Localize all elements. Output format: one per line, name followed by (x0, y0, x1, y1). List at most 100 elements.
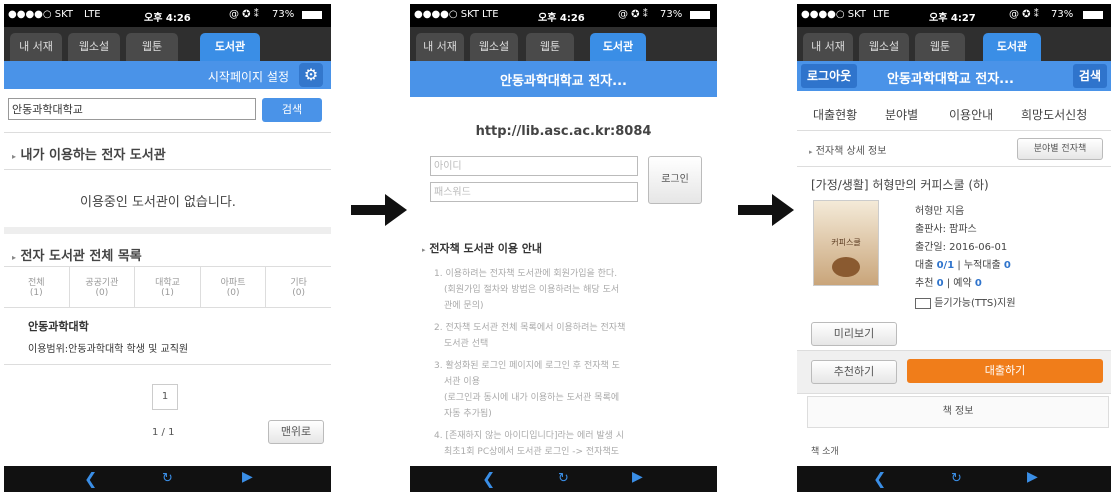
bottom-toolbar: ❮ ↻ ▶ (410, 466, 717, 492)
network: LTE (482, 9, 499, 20)
search-input[interactable]: 안동과학대학교 (8, 98, 256, 120)
forward-icon[interactable]: ▶ (1027, 469, 1038, 485)
gear-icon[interactable]: ⚙ (299, 63, 323, 87)
guide-heading: ▸ 전자책 도서관 이용 안내 (422, 242, 543, 255)
status-icons: @ ✪ ⁑ (1009, 9, 1039, 20)
tab-web-novel[interactable]: 웹소설 (859, 33, 909, 61)
category-university[interactable]: 대학교 (1) (135, 267, 201, 307)
guide-line: (회원가입 절차와 방법은 이용하려는 해당 도서 (444, 285, 620, 295)
my-library-heading: ▸ 내가 이용하는 전자 도서관 (12, 148, 166, 163)
nav-request-book[interactable]: 희망도서신청 (1021, 106, 1087, 123)
back-icon[interactable]: ❮ (873, 469, 886, 488)
tab-library[interactable]: 도서관 (983, 33, 1041, 61)
battery-icon (302, 11, 322, 19)
tab-web-novel[interactable]: 웹소설 (470, 33, 518, 61)
tab-book-info[interactable]: 책 정보 (807, 396, 1109, 428)
all-library-heading: ▸ 전자 도서관 전체 목록 (12, 249, 142, 264)
nav-usage-guide[interactable]: 이용안내 (949, 106, 993, 123)
book-published-date: 출간일: 2016-06-01 (915, 242, 1008, 253)
id-field[interactable]: 아이디 (430, 156, 638, 176)
loan-status: 대출 0/1 | 누적대출 0 (915, 260, 1011, 271)
tts-support: 듣기가능(TTS)지원 (915, 294, 1016, 309)
screen-login: ●●●●○ SKT LTE 오후 4:26 @ ✪ ⁑ 73% 내 서재 웹소설… (410, 4, 717, 492)
book-title: [가정/생활] 허형만의 커피스쿨 (하) (811, 178, 989, 192)
status-bar: ●●●●○ SKT LTE 오후 4:26 @ ✪ ⁑ 73% (410, 4, 717, 27)
screen-library-list: ●●●●○ SKT LTE 오후 4:26 @ ✪ ⁑ 73% 내 서재 웹소설… (4, 4, 331, 492)
borrow-button[interactable]: 대출하기 (907, 359, 1103, 383)
category-public[interactable]: 공공기관 (0) (70, 267, 136, 307)
clock: 오후 4:26 (144, 13, 191, 24)
status-bar: ●●●●○ SKT LTE 오후 4:26 @ ✪ ⁑ 73% (4, 4, 331, 27)
status-icons: @ ✪ ⁑ (618, 9, 648, 20)
tab-my-library[interactable]: 내 서재 (416, 33, 464, 61)
library-scope: 이용범위:안동과학대학 학생 및 교직원 (28, 344, 189, 355)
guide-line: 4. [존재하지 않는 아이디입니다]라는 에러 발생 시 (434, 431, 625, 441)
tab-web-novel[interactable]: 웹소설 (68, 33, 120, 61)
back-icon[interactable]: ❮ (482, 469, 495, 488)
refresh-icon[interactable]: ↻ (558, 471, 569, 486)
tab-bar: 내 서재 웹소설 웹툰 도서관 (797, 27, 1111, 61)
nav-by-category[interactable]: 분야별 (885, 106, 918, 123)
screen-ebook-detail: ●●●●○ SKT LTE 오후 4:27 @ ✪ ⁑ 73% 내 서재 웹소설… (797, 4, 1111, 492)
refresh-icon[interactable]: ↻ (162, 471, 173, 486)
back-icon[interactable]: ❮ (84, 469, 97, 488)
refresh-icon[interactable]: ↻ (951, 471, 962, 486)
category-ebook-button[interactable]: 분야별 전자책 (1017, 138, 1103, 160)
page-indicator: 1 / 1 (152, 427, 175, 438)
nav-loan-status[interactable]: 대출현황 (813, 106, 857, 123)
tab-webtoon[interactable]: 웹툰 (126, 33, 178, 61)
book-cover[interactable]: 커피스쿨 (813, 200, 879, 286)
arrow-right-icon (351, 194, 407, 226)
tab-library[interactable]: 도서관 (200, 33, 260, 61)
forward-icon[interactable]: ▶ (242, 469, 253, 485)
tab-library[interactable]: 도서관 (590, 33, 646, 61)
tab-webtoon[interactable]: 웹툰 (915, 33, 965, 61)
preview-button[interactable]: 미리보기 (811, 322, 897, 346)
forward-icon[interactable]: ▶ (632, 469, 643, 485)
tab-webtoon[interactable]: 웹툰 (526, 33, 574, 61)
book-cover-title: 커피스쿨 (831, 238, 861, 247)
page-title: 안동과학대학교 전자... (887, 72, 1014, 87)
recommend-button[interactable]: 추천하기 (811, 360, 897, 384)
guide-line: 서관 이용 (444, 377, 480, 387)
battery-level: 73% (1051, 9, 1074, 20)
guide-line: 도서관 선택 (444, 339, 489, 349)
start-page-setting-label[interactable]: 시작페이지 설정 (208, 68, 289, 85)
category-all[interactable]: 전체 (1) (4, 267, 70, 307)
battery-icon (1083, 11, 1103, 19)
book-author: 허형만 지음 (915, 206, 965, 217)
tab-bar: 내 서재 웹소설 웹툰 도서관 (4, 27, 331, 61)
password-field[interactable]: 패스워드 (430, 182, 638, 202)
recommend-status: 추천 0 | 예약 0 (915, 278, 982, 289)
guide-line: 관에 문의) (444, 301, 484, 311)
action-bar: 추천하기 대출하기 (797, 350, 1111, 394)
tab-bar: 내 서재 웹소설 웹툰 도서관 (410, 27, 717, 61)
login-button[interactable]: 로그인 (648, 156, 702, 204)
title-bar: 안동과학대학교 전자... (410, 61, 717, 97)
title-bar: 로그아웃 안동과학대학교 전자... 검색 (797, 61, 1111, 91)
network: LTE (84, 9, 101, 20)
network: LTE (873, 9, 890, 20)
category-apartment[interactable]: 아파트 (0) (201, 267, 267, 307)
back-to-top-button[interactable]: 맨위로 (268, 420, 324, 444)
page-number-button[interactable]: 1 (152, 384, 178, 410)
library-name[interactable]: 안동과학대학 (28, 318, 89, 334)
carrier: ●●●●○ SKT (8, 9, 74, 20)
search-button[interactable]: 검색 (1072, 64, 1107, 88)
coffee-cup-icon (832, 257, 860, 277)
logout-button[interactable]: 로그아웃 (801, 64, 858, 88)
settings-bar: 시작페이지 설정 ⚙ (4, 61, 331, 89)
guide-list: 1. 이용하려는 전자책 도서관에 회원가입을 한다. (회원가입 절차와 방법… (434, 266, 625, 460)
battery-level: 73% (660, 9, 683, 20)
book-publisher: 출판사: 팜파스 (915, 224, 977, 235)
battery-icon (690, 11, 710, 19)
tab-my-library[interactable]: 내 서재 (803, 33, 853, 61)
tab-my-library[interactable]: 내 서재 (10, 33, 62, 61)
search-button[interactable]: 검색 (262, 98, 322, 122)
guide-line: 최초1회 PC상에서 도서관 로그인 -> 전자책도 (444, 447, 620, 457)
detail-label: ▸ 전자책 상세 정보 (809, 146, 887, 157)
category-other[interactable]: 기타 (0) (266, 267, 331, 307)
clock: 오후 4:27 (929, 13, 976, 24)
carrier: ●●●●○ SKT (414, 9, 480, 20)
empty-library-message: 이용중인 도서관이 없습니다. (80, 195, 236, 210)
